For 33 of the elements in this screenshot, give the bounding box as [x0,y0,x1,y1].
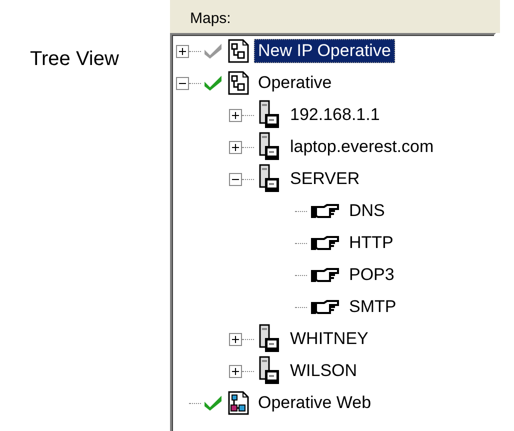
tree-item[interactable]: SERVER [286,167,364,191]
computer-icon [257,164,281,194]
tree-item[interactable]: Operative [254,71,336,95]
tree-item[interactable]: POP3 [345,263,398,287]
tree-item[interactable]: New IP Operative [254,39,395,63]
computer-icon [257,356,281,386]
hand-icon [310,299,340,315]
tree-item[interactable]: DNS [345,199,389,223]
computer-icon [257,324,281,354]
computer-icon [257,132,281,162]
expand-button[interactable] [176,44,189,58]
hand-icon [310,203,340,219]
computer-icon [257,100,281,130]
expand-button[interactable] [229,140,242,154]
tree-item[interactable]: laptop.everest.com [286,135,438,159]
expand-button[interactable] [229,172,242,186]
tree-item[interactable]: SMTP [345,295,400,319]
expand-button[interactable] [176,76,189,90]
tree-item[interactable]: WILSON [286,359,362,383]
map-icon [227,71,249,95]
tree-item[interactable]: Operative Web [254,391,376,415]
expand-button[interactable] [229,108,242,122]
tree-item[interactable]: HTTP [345,231,398,255]
map-icon [227,39,249,63]
tree-item[interactable]: WHITNEY [286,327,372,351]
maps-label: Maps: [170,0,500,33]
tree-item[interactable]: 192.168.1.1 [286,103,384,127]
map-icon [227,391,249,415]
caption: Tree View [29,47,120,72]
hand-icon [310,267,340,283]
expand-button[interactable] [229,332,242,346]
expand-button[interactable] [229,364,242,378]
hand-icon [310,235,340,251]
